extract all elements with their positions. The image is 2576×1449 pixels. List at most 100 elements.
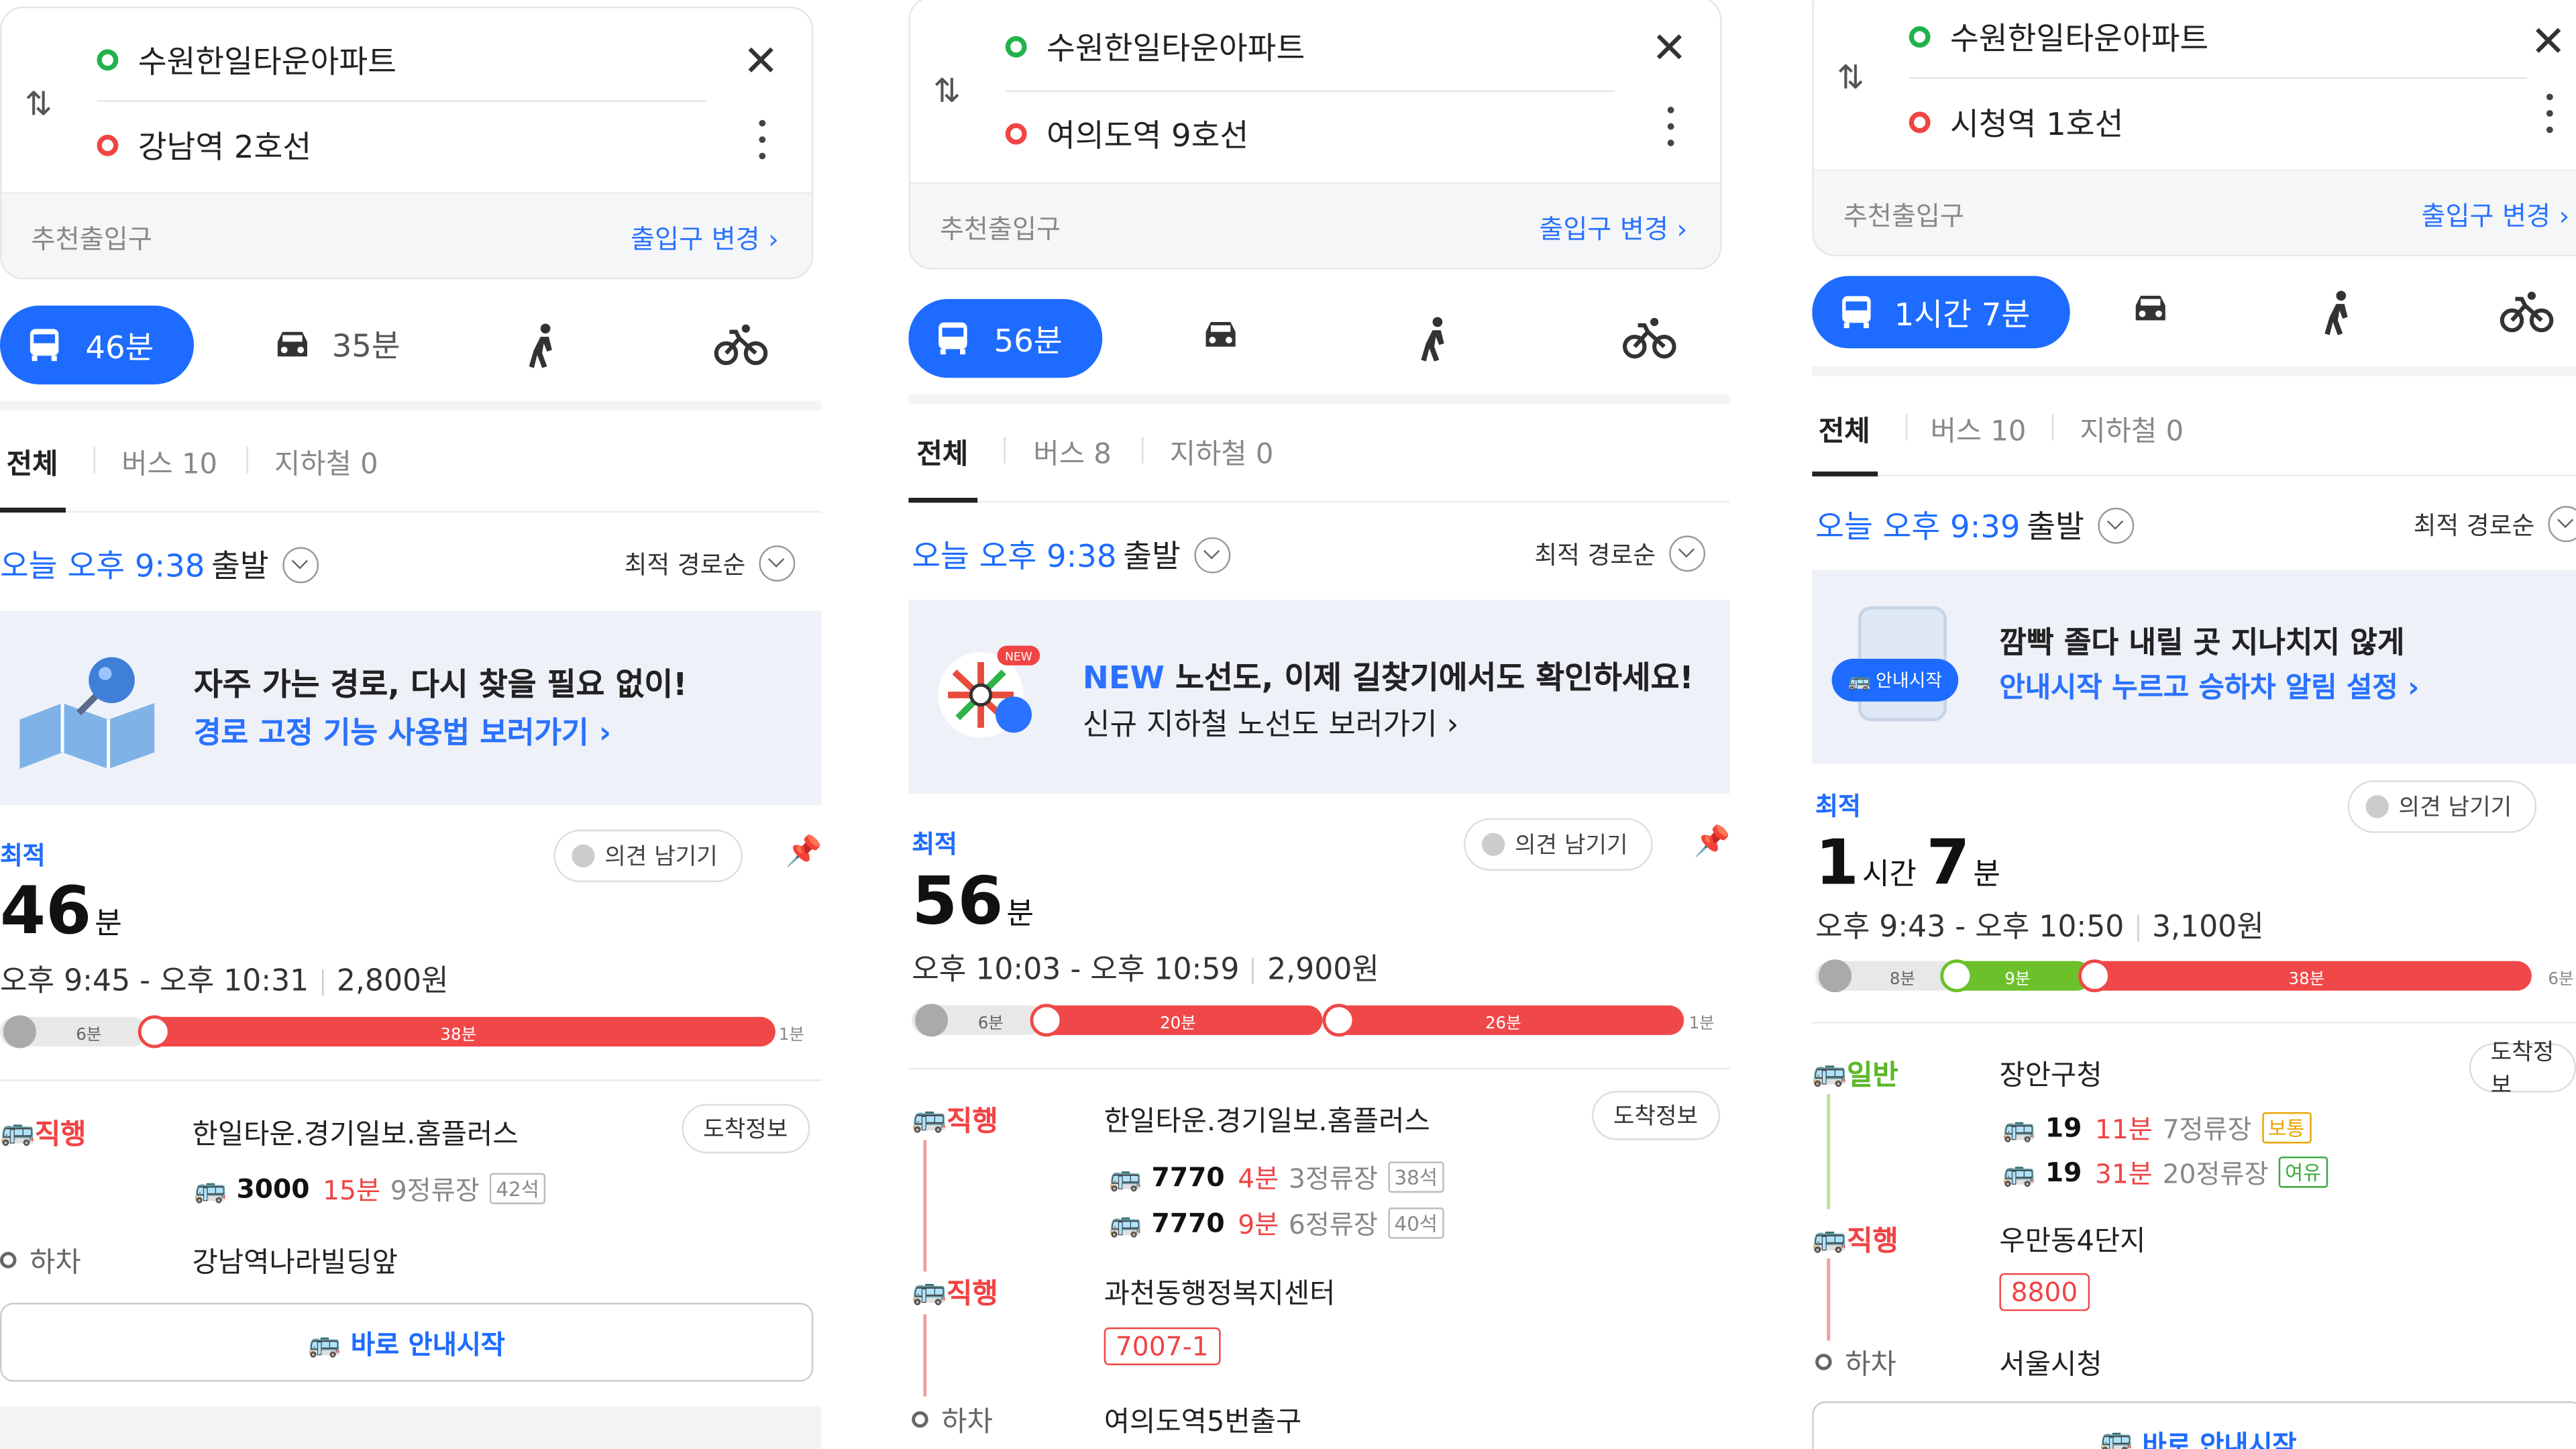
departure-time-selector[interactable]: 오늘 오후 9:38 출발 <box>0 542 319 586</box>
mode-car-button[interactable]: 35분 <box>270 322 400 366</box>
pin-icon[interactable]: 📌 <box>1694 824 1730 859</box>
result-tabs: 전체 버스 8 지하철 0 <box>908 401 1730 503</box>
more-icon[interactable] <box>1667 107 1674 153</box>
mode-transit-button[interactable]: 1시간 7분 <box>1812 276 2070 349</box>
mode-bike-button[interactable] <box>2499 289 2555 335</box>
start-guidance-button[interactable]: 🚌 바로 안내시작 <box>0 1303 814 1382</box>
tab-subway[interactable]: 지하철 0 <box>274 440 378 482</box>
origin-text: 수원한일타운아파트 <box>1949 21 2209 58</box>
mode-walk-button[interactable] <box>1417 315 1454 362</box>
mode-bike-button[interactable] <box>713 322 769 368</box>
swap-icon[interactable]: ⇅ <box>25 87 52 120</box>
departure-row: 오늘 오후 9:39 출발 최적 경로순 <box>1812 473 2576 572</box>
mode-walk-button[interactable] <box>526 322 562 368</box>
mode-transit-button[interactable]: 46분 <box>0 305 194 385</box>
promo-banner[interactable]: NEW NEW 노선도, 이제 길찾기에서도 확인하세요! 신규 지하철 노선도… <box>908 599 1730 794</box>
boarding-stop: 장안구청 <box>1999 1059 2102 1093</box>
entrance-change-link[interactable]: 출입구 변경 › <box>1539 206 1687 246</box>
close-icon[interactable]: ✕ <box>2530 21 2566 64</box>
sort-selector[interactable]: 최적 경로순 <box>1534 535 1705 572</box>
sort-selector[interactable]: 최적 경로순 <box>2414 506 2576 543</box>
destination-field[interactable]: 여의도역 9호선 <box>1005 112 1248 156</box>
departure-word: 출발 <box>2027 509 2084 546</box>
step-type-label: 하차 <box>30 1246 81 1280</box>
origin-field[interactable]: 수원한일타운아파트 <box>1005 25 1305 69</box>
time-range: 오후 10:03 - 오후 10:59 <box>912 953 1240 987</box>
destination-text: 시청역 1호선 <box>1949 107 2124 144</box>
arrival-info-button[interactable]: 도착정보 <box>2469 1040 2576 1099</box>
origin-dot-icon <box>1909 26 1931 48</box>
bus-icon <box>30 329 59 362</box>
swap-icon[interactable]: ⇅ <box>933 74 961 107</box>
route-number-badge[interactable]: 8800 <box>1999 1273 2090 1311</box>
step-type: 하차 <box>0 1239 81 1280</box>
car-icon <box>1205 322 1236 347</box>
tab-all[interactable]: 전체 <box>1819 407 1870 449</box>
close-icon[interactable]: ✕ <box>743 41 778 84</box>
bus-line[interactable]: 🚌 19 11분 7정류장 보통 <box>2002 1108 2312 1147</box>
smile-icon <box>2365 795 2389 818</box>
route-number-badge[interactable]: 7007-1 <box>1104 1327 1220 1366</box>
swap-icon[interactable]: ⇅ <box>1837 61 1864 94</box>
mode-walk-button[interactable] <box>2321 289 2357 335</box>
tab-bus[interactable]: 버스 10 <box>121 440 217 482</box>
banner-link[interactable]: 안내시작 누르고 승하차 알림 설정 › <box>1999 663 2419 705</box>
tab-subway[interactable]: 지하철 0 <box>1170 431 1274 472</box>
destination-field[interactable]: 강남역 2호선 <box>97 123 311 168</box>
step-type-label: 직행 <box>947 1278 998 1311</box>
step-type-label: 직행 <box>947 1106 998 1139</box>
origin-text: 수원한일타운아파트 <box>138 44 397 81</box>
close-icon[interactable]: ✕ <box>1652 28 1687 71</box>
best-label: 최적 <box>0 841 46 871</box>
seat-badge: 42석 <box>489 1172 546 1203</box>
start-guide-badge: 🚌 안내시작 <box>1831 659 1959 702</box>
pin-icon[interactable]: 📌 <box>786 835 822 869</box>
entrance-change-link[interactable]: 출입구 변경 › <box>631 216 779 256</box>
opinion-button[interactable]: 의견 남기기 <box>553 829 743 883</box>
banner-link[interactable]: 경로 고정 기능 사용법 보러가기 › <box>194 710 611 753</box>
banner-link[interactable]: 신규 지하철 노선도 보러가기 › <box>1083 702 1458 745</box>
step-type-label: 일반 <box>1847 1059 1898 1093</box>
sort-label: 최적 경로순 <box>1534 539 1656 570</box>
chevron-down-icon <box>2547 506 2576 543</box>
opinion-button[interactable]: 의견 남기기 <box>1464 818 1653 871</box>
tab-bus[interactable]: 버스 10 <box>1931 407 2027 449</box>
arrival-info-button[interactable]: 도착정보 <box>1592 1091 1719 1140</box>
bus-stops: 9정류장 <box>390 1175 480 1206</box>
bus-line[interactable]: 🚌 7770 4분 3정류장 38석 <box>1109 1157 1444 1196</box>
destination-field[interactable]: 시청역 1호선 <box>1909 100 2124 144</box>
boarding-stop: 한일타운.경기일보.홈플러스 <box>192 1118 519 1152</box>
tab-bus[interactable]: 버스 8 <box>1033 431 1111 472</box>
more-icon[interactable] <box>759 119 766 166</box>
promo-banner[interactable]: 자주 가는 경로, 다시 찾을 필요 없이! 경로 고정 기능 사용법 보러가기… <box>0 611 822 806</box>
departure-time-selector[interactable]: 오늘 오후 9:39 출발 <box>1815 502 2134 547</box>
opinion-button[interactable]: 의견 남기기 <box>2347 780 2536 833</box>
promo-banner[interactable]: 🚌 안내시작 깜빡 졸다 내릴 곳 지나치지 않게 안내시작 누르고 승하차 알림… <box>1812 570 2576 764</box>
segment-walk-end: 1분 <box>1688 1015 1715 1034</box>
fare: 2,900원 <box>1267 953 1379 987</box>
walk-icon <box>3 1015 36 1049</box>
bus-line[interactable]: 🚌 3000 15분 9정류장 42석 <box>194 1168 546 1208</box>
origin-field[interactable]: 수원한일타운아파트 <box>97 38 396 82</box>
bus-number: 19 <box>2045 1111 2082 1143</box>
total-number: 46 <box>0 873 92 950</box>
tab-all[interactable]: 전체 <box>917 431 969 472</box>
departure-time-selector[interactable]: 오늘 오후 9:38 출발 <box>912 532 1230 576</box>
mode-bike-button[interactable] <box>1621 315 1677 362</box>
arrival-info-button[interactable]: 도착정보 <box>682 1104 810 1154</box>
bus-line[interactable]: 🚌 19 31분 20정류장 여유 <box>2002 1152 2328 1191</box>
mode-car-button[interactable] <box>2127 289 2174 329</box>
tab-all[interactable]: 전체 <box>7 440 58 482</box>
entrance-change-link[interactable]: 출입구 변경 › <box>2421 193 2569 233</box>
total-hours: 1 <box>1815 826 1859 899</box>
start-guidance-button[interactable]: 🚌 바로 안내시작 <box>1812 1401 2576 1449</box>
bus-line[interactable]: 🚌 7770 9분 6정류장 40석 <box>1109 1203 1444 1242</box>
tab-subway[interactable]: 지하철 0 <box>2080 407 2184 449</box>
destination-dot-icon <box>1005 123 1027 145</box>
sort-selector[interactable]: 최적 경로순 <box>625 545 795 582</box>
opinion-label: 의견 남기기 <box>1514 833 1628 859</box>
more-icon[interactable] <box>2546 93 2553 140</box>
mode-transit-button[interactable]: 56분 <box>908 299 1102 378</box>
origin-field[interactable]: 수원한일타운아파트 <box>1909 15 2209 59</box>
mode-car-button[interactable] <box>1197 315 1244 355</box>
